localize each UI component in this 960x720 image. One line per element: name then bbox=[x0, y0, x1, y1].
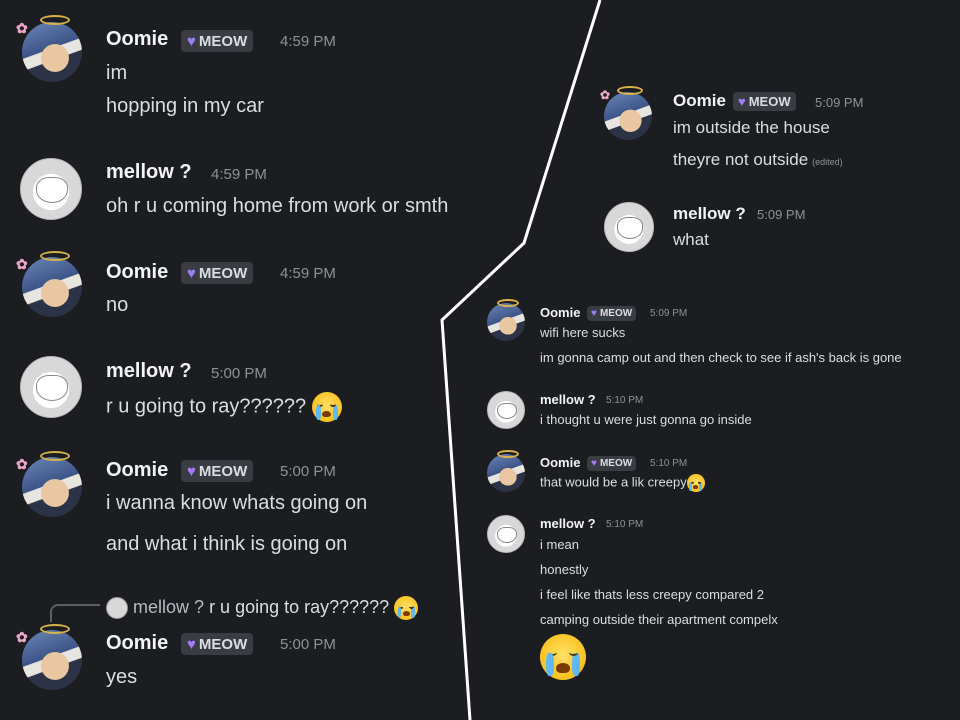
avatar[interactable] bbox=[22, 22, 82, 82]
purple-heart-icon: ♥ bbox=[591, 458, 597, 469]
author-name[interactable]: Oomie bbox=[540, 455, 580, 470]
author-name[interactable]: mellow ? bbox=[673, 204, 746, 224]
message-line: what bbox=[673, 230, 709, 249]
halo-icon bbox=[40, 15, 70, 25]
cat-ears-icon: ✿ bbox=[600, 88, 611, 102]
message-line: honestly bbox=[540, 562, 589, 577]
loudly-crying-face-icon bbox=[311, 392, 342, 422]
avatar[interactable] bbox=[20, 158, 82, 220]
author-name[interactable]: Oomie bbox=[106, 261, 168, 284]
message-line: im gonna camp out and then check to see … bbox=[540, 350, 902, 365]
halo-icon bbox=[497, 450, 519, 458]
role-tag[interactable]: ♥ MEOW bbox=[181, 633, 254, 655]
cat-ears-icon: ✿ bbox=[16, 20, 28, 36]
avatar[interactable] bbox=[20, 356, 82, 418]
cat-ears-icon: ✿ bbox=[16, 456, 28, 472]
author-name[interactable]: mellow ? bbox=[106, 161, 192, 184]
timestamp: 4:59 PM bbox=[280, 33, 336, 50]
avatar bbox=[106, 597, 128, 619]
message-line: camping outside their apartment compelx bbox=[540, 612, 778, 627]
avatar[interactable] bbox=[22, 257, 82, 317]
halo-icon bbox=[497, 299, 519, 307]
author-name[interactable]: Oomie bbox=[106, 28, 168, 51]
timestamp: 5:00 PM bbox=[280, 636, 336, 653]
author-name[interactable]: Oomie bbox=[673, 91, 726, 111]
timestamp: 5:09 PM bbox=[815, 95, 864, 110]
timestamp: 5:09 PM bbox=[650, 308, 688, 319]
message-line: oh r u coming home from work or smth bbox=[106, 195, 449, 217]
purple-heart-icon: ♥ bbox=[187, 462, 196, 480]
author-name[interactable]: mellow ? bbox=[540, 392, 596, 407]
timestamp: 5:10 PM bbox=[606, 519, 644, 530]
message-line: im bbox=[106, 62, 128, 84]
purple-heart-icon: ♥ bbox=[187, 635, 196, 653]
message-line: that would be a lik creepy bbox=[540, 474, 705, 492]
timestamp: 5:00 PM bbox=[280, 463, 336, 480]
avatar[interactable] bbox=[604, 92, 652, 140]
timestamp: 5:00 PM bbox=[211, 365, 267, 382]
timestamp: 5:09 PM bbox=[757, 207, 806, 222]
loudly-crying-face-icon bbox=[394, 596, 419, 620]
message-line: no bbox=[106, 294, 129, 316]
reply-preview[interactable]: mellow ? r u going to ray?????? bbox=[106, 596, 419, 620]
message-line: i thought u were just gonna go inside bbox=[540, 412, 752, 427]
avatar[interactable] bbox=[487, 391, 525, 429]
role-tag[interactable]: ♥ MEOW bbox=[587, 456, 637, 471]
role-tag[interactable]: ♥ MEOW bbox=[181, 262, 254, 284]
role-tag[interactable]: ♥ MEOW bbox=[733, 92, 796, 111]
purple-heart-icon: ♥ bbox=[738, 94, 746, 109]
reply-text: r u going to ray?????? bbox=[209, 596, 390, 617]
edited-label: (edited) bbox=[812, 157, 843, 167]
message-line: and what i think is going on bbox=[106, 533, 348, 555]
author-name[interactable]: Oomie bbox=[540, 305, 580, 320]
role-tag[interactable]: ♥ MEOW bbox=[587, 306, 637, 321]
reply-author: mellow ? bbox=[133, 596, 205, 617]
author-name[interactable]: Oomie bbox=[106, 632, 168, 655]
message-line: hopping in my car bbox=[106, 95, 264, 117]
cat-ears-icon: ✿ bbox=[16, 629, 28, 645]
avatar[interactable] bbox=[487, 303, 525, 341]
message-line: wifi here sucks bbox=[540, 325, 626, 340]
loudly-crying-face-icon bbox=[540, 634, 586, 680]
avatar[interactable] bbox=[487, 454, 525, 492]
message-line: i feel like thats less creepy compared 2 bbox=[540, 587, 764, 602]
loudly-crying-face-icon bbox=[686, 474, 705, 492]
purple-heart-icon: ♥ bbox=[187, 32, 196, 50]
reply-connector bbox=[50, 604, 100, 622]
halo-icon bbox=[40, 251, 70, 261]
author-name[interactable]: Oomie bbox=[106, 459, 168, 482]
purple-heart-icon: ♥ bbox=[187, 264, 196, 282]
role-tag[interactable]: ♥ MEOW bbox=[181, 460, 254, 482]
avatar[interactable] bbox=[604, 202, 654, 252]
role-tag[interactable]: ♥ MEOW bbox=[181, 30, 254, 52]
message-line: r u going to ray?????? bbox=[106, 392, 342, 422]
message-line: i wanna know whats going on bbox=[106, 492, 368, 514]
timestamp: 5:10 PM bbox=[650, 458, 688, 469]
author-name[interactable]: mellow ? bbox=[540, 516, 596, 531]
halo-icon bbox=[40, 451, 70, 461]
message-line: theyre not outside (edited) bbox=[673, 150, 843, 169]
timestamp: 4:59 PM bbox=[280, 265, 336, 282]
avatar[interactable] bbox=[487, 515, 525, 553]
message-line: yes bbox=[106, 666, 138, 688]
avatar[interactable] bbox=[22, 457, 82, 517]
purple-heart-icon: ♥ bbox=[591, 308, 597, 319]
timestamp: 5:10 PM bbox=[606, 395, 644, 406]
halo-icon bbox=[40, 624, 70, 634]
timestamp: 4:59 PM bbox=[211, 166, 267, 183]
message-line: im outside the house bbox=[673, 118, 830, 137]
avatar[interactable] bbox=[22, 630, 82, 690]
message-line: i mean bbox=[540, 537, 580, 552]
halo-icon bbox=[617, 86, 643, 95]
author-name[interactable]: mellow ? bbox=[106, 360, 192, 383]
cat-ears-icon: ✿ bbox=[16, 256, 28, 272]
